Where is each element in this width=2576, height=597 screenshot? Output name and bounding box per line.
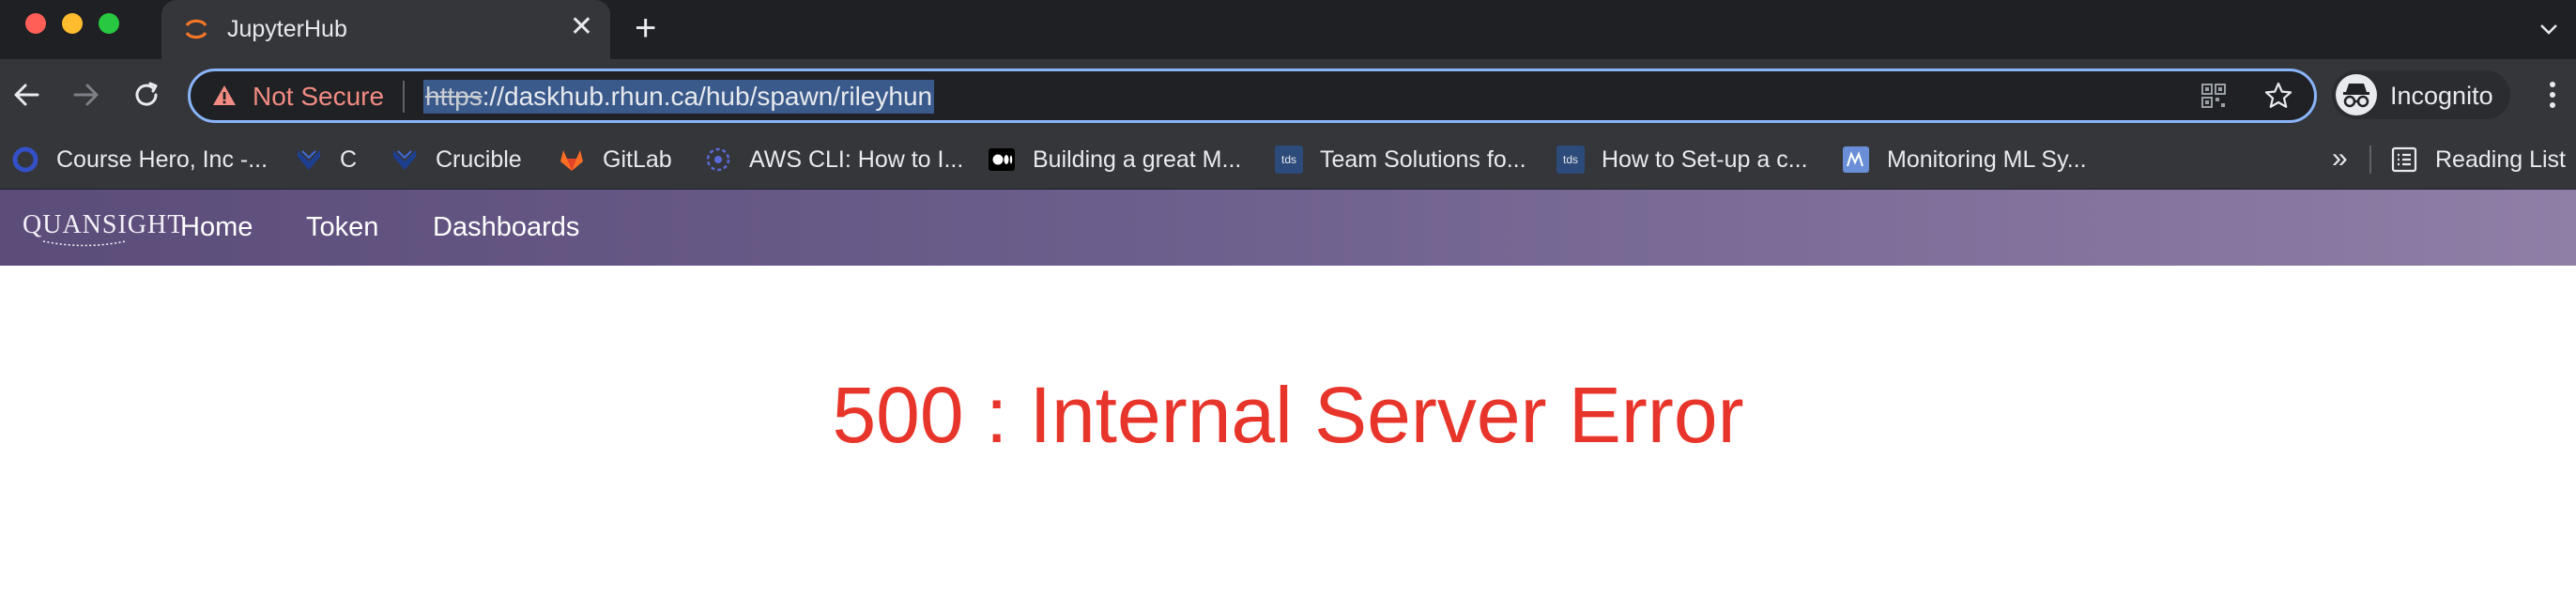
bookmark-crucible[interactable]: Crucible <box>391 130 522 189</box>
tab-close-icon[interactable]: ✕ <box>570 13 593 41</box>
quansight-logo[interactable]: QUANSIGHT <box>23 210 184 240</box>
bookmark-c[interactable]: C <box>295 130 357 189</box>
bookmark-team-solutions[interactable]: tds Team Solutions fo... <box>1275 130 1526 189</box>
tab-title: JupyterHub <box>227 16 347 42</box>
tab-strip: JupyterHub ✕ + <box>0 0 2576 59</box>
crucible-icon <box>295 145 323 174</box>
bookmark-label: How to Set-up a c... <box>1602 145 1808 173</box>
reading-list-label: Reading List <box>2435 145 2566 173</box>
chevron-down-icon[interactable] <box>2538 19 2559 39</box>
bookmark-label: Team Solutions fo... <box>1320 145 1526 173</box>
forward-arrow-icon[interactable] <box>69 78 103 112</box>
close-window-button[interactable] <box>25 13 46 34</box>
bookmark-label: C <box>340 145 358 173</box>
incognito-profile-button[interactable]: Incognito <box>2332 70 2510 119</box>
coursehero-icon <box>11 145 39 174</box>
bookmark-aws-cli[interactable]: AWS CLI: How to I... <box>704 130 963 189</box>
omnibox-divider <box>403 81 405 113</box>
error-heading: 500 : Internal Server Error <box>832 371 1744 460</box>
bookmark-how-to-setup[interactable]: tds How to Set-up a c... <box>1556 130 1808 189</box>
url-scheme: https <box>425 82 483 111</box>
bookmark-star-icon[interactable] <box>2263 81 2293 111</box>
bookmarks-divider <box>2369 145 2371 174</box>
address-bar[interactable]: Not Secure https://daskhub.rhun.ca/hub/s… <box>188 69 2317 123</box>
medium-icon <box>988 145 1016 174</box>
jupyter-icon <box>185 19 207 39</box>
tds-icon: tds <box>1556 145 1585 174</box>
bookmark-label: Crucible <box>436 145 522 173</box>
url-path: ://daskhub.rhun.ca/hub/spawn/rileyhun <box>482 82 933 111</box>
back-arrow-icon[interactable] <box>9 78 43 112</box>
bookmarks-bar: Course Hero, Inc -... C Crucible GitLab … <box>0 130 2576 190</box>
profile-label: Incognito <box>2390 82 2493 110</box>
bookmark-label: Course Hero, Inc -... <box>56 145 268 173</box>
bookmark-label: Building a great M... <box>1033 145 1242 173</box>
nav-token-link[interactable]: Token <box>306 212 378 243</box>
bookmark-gitlab[interactable]: GitLab <box>558 130 672 189</box>
tds-icon: tds <box>1275 145 1303 174</box>
ml-icon <box>1842 145 1870 174</box>
maximize-window-button[interactable] <box>99 13 119 34</box>
minimize-window-button[interactable] <box>62 13 83 34</box>
bookmark-label: Monitoring ML Sy... <box>1887 145 2087 173</box>
warning-icon <box>213 85 236 105</box>
logo-swoosh-icon <box>42 240 127 247</box>
reading-list-button[interactable]: Reading List <box>2390 130 2566 189</box>
hub-navbar: QUANSIGHT Home Token Dashboards <box>0 190 2576 266</box>
incognito-icon <box>2336 74 2377 115</box>
bookmarks-overflow-button[interactable]: » <box>2332 143 2348 175</box>
reload-icon[interactable] <box>130 78 163 112</box>
aws-icon <box>704 145 732 174</box>
url-text[interactable]: https://daskhub.rhun.ca/hub/spawn/rileyh… <box>423 80 935 114</box>
bookmark-course-hero[interactable]: Course Hero, Inc -... <box>11 130 268 189</box>
browser-toolbar: Not Secure https://daskhub.rhun.ca/hub/s… <box>0 59 2576 130</box>
bookmark-label: AWS CLI: How to I... <box>749 145 964 173</box>
bookmark-label: GitLab <box>603 145 672 173</box>
nav-home-link[interactable]: Home <box>180 212 253 243</box>
bookmark-monitoring-ml[interactable]: Monitoring ML Sy... <box>1842 130 2087 189</box>
gitlab-icon <box>558 145 586 174</box>
qr-code-icon[interactable] <box>2200 82 2228 110</box>
new-tab-button[interactable]: + <box>635 9 656 47</box>
crucible-icon <box>391 145 419 174</box>
active-tab[interactable]: JupyterHub ✕ <box>161 0 610 59</box>
kebab-menu-icon[interactable] <box>2538 76 2567 114</box>
nav-dashboards-link[interactable]: Dashboards <box>433 212 579 243</box>
bookmark-building-great[interactable]: Building a great M... <box>988 130 1241 189</box>
not-secure-label[interactable]: Not Secure <box>253 82 384 112</box>
reading-list-icon <box>2390 145 2418 174</box>
